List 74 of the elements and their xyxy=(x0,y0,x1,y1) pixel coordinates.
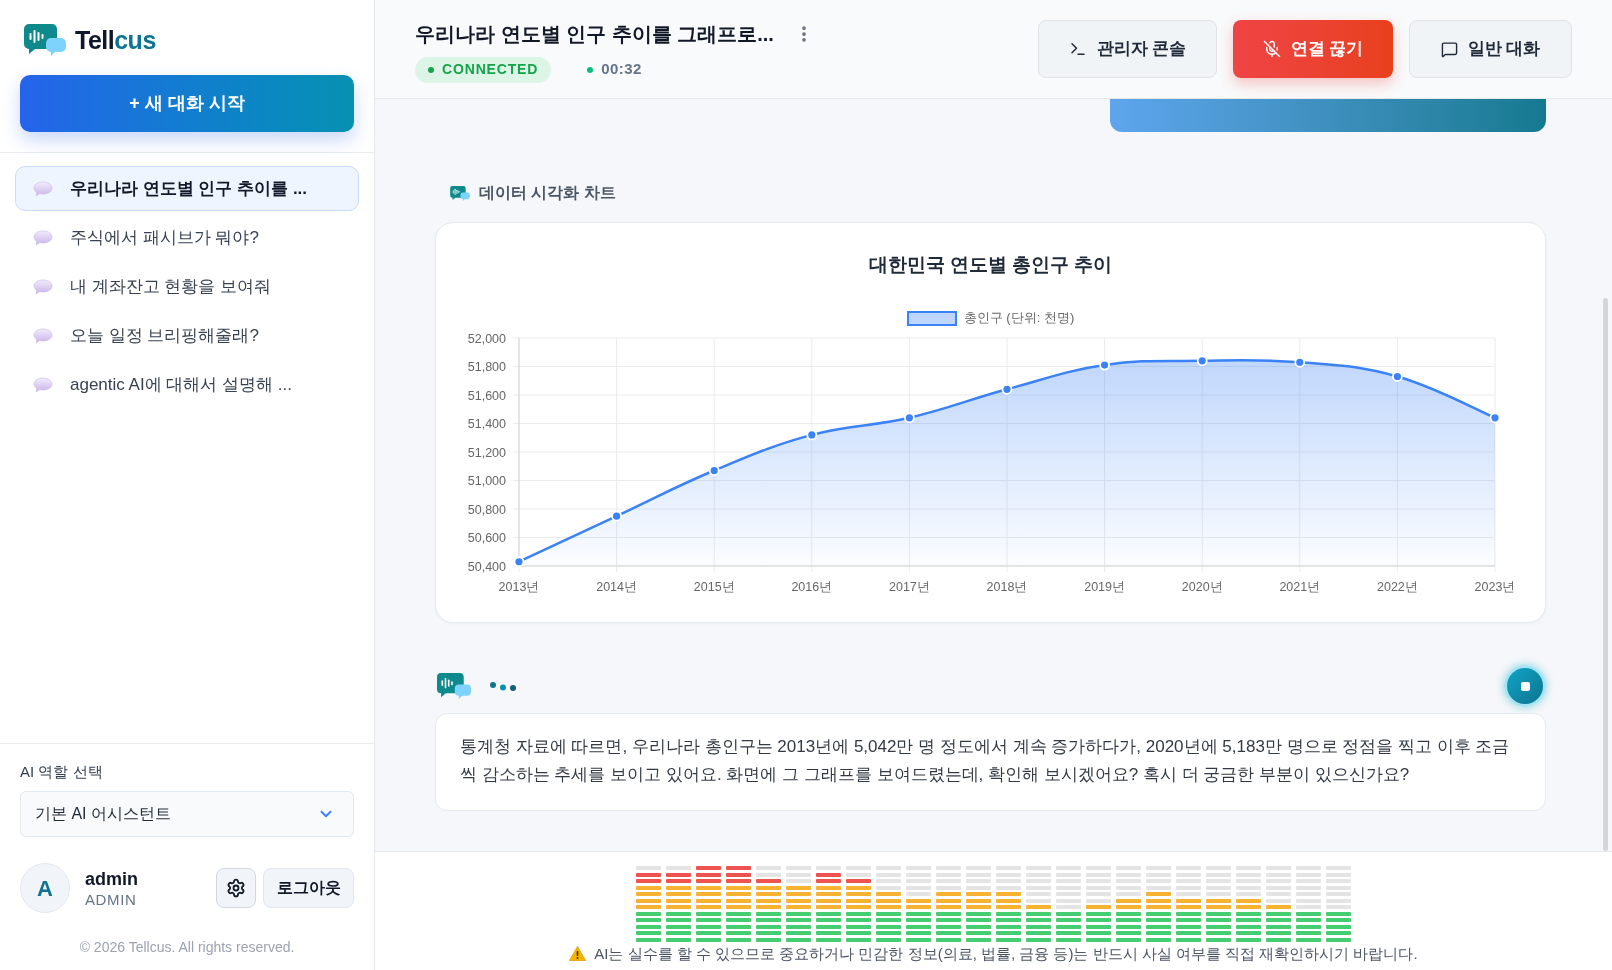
user-avatar: A xyxy=(20,863,70,913)
chart-title: 대한민국 연도별 총인구 추이 xyxy=(868,253,1113,277)
role-select[interactable]: 기본 AI 어시스턴트 xyxy=(20,791,354,837)
user-role: ADMIN xyxy=(85,889,138,909)
x-axis-label: 2021년 xyxy=(1278,580,1320,594)
x-axis-label: 2022년 xyxy=(1376,580,1418,594)
call-timer: 00:32 xyxy=(601,59,642,80)
x-axis-label: 2023년 xyxy=(1474,580,1515,594)
assistant-message: 통계청 자료에 따르면, 우리나라 총인구는 2013년에 5,042만 명 정도에서 계속 증가하다가, 2020년에 5,183만 명으로 정점을 찍고 이후 조금씩 감소하는 추세를 보이고 있어요. 화면에 그 그래프를 보여드렸는데, 확인해 보시겠어요? 혹시 더 궁금한 부분이 있으신가요? xyxy=(435,713,1546,811)
x-axis-label: 2019년 xyxy=(1083,580,1125,594)
y-axis-label: 52,000 xyxy=(467,331,506,346)
general-chat-button[interactable]: 일반 대화 xyxy=(1409,20,1572,78)
mic-off-icon xyxy=(1262,40,1281,58)
speech-bubble-icon xyxy=(33,376,53,393)
disclaimer-text: AI는 실수를 할 수 있으므로 중요하거나 민감한 정보(의료, 법률, 금융 등)는 반드시 사실 여부를 직접 재확인하시기 바랍니다. xyxy=(594,943,1418,964)
logout-button[interactable]: 로그아웃 xyxy=(263,868,354,908)
speech-bubble-icon xyxy=(33,278,53,295)
data-point xyxy=(805,429,817,441)
data-point xyxy=(610,510,622,522)
y-axis-label: 51,200 xyxy=(467,445,506,460)
assistant-avatar-icon xyxy=(437,673,471,699)
settings-button[interactable] xyxy=(216,868,256,908)
speech-bubble-icon xyxy=(33,327,53,344)
conversation-item[interactable]: agentic AI에 대해서 설명해 ... xyxy=(15,362,359,407)
data-point xyxy=(1098,359,1110,371)
legend-label: 총인구 (단위: 천명) xyxy=(963,310,1075,326)
conversation-item[interactable]: 오늘 일정 브리핑해줄래? xyxy=(15,313,359,358)
x-axis-label: 2013년 xyxy=(498,580,539,594)
warning-icon xyxy=(569,946,587,961)
terminal-icon xyxy=(1068,40,1087,58)
legend-swatch-icon xyxy=(906,310,957,326)
conversation-item[interactable]: 우리나라 연도별 인구 추이를 ... xyxy=(15,166,359,211)
x-axis-label: 2016년 xyxy=(790,580,832,594)
user-name: admin xyxy=(85,867,138,890)
y-axis-label: 51,800 xyxy=(467,360,506,374)
conversation-title: 우리나라 연도별 인구 추이를 그래프로... xyxy=(415,21,774,47)
logo-text: Tellcus xyxy=(75,25,156,55)
stop-button[interactable] xyxy=(1504,665,1546,707)
conversation-item[interactable]: 주식에서 패시브가 뭐야? xyxy=(15,215,359,260)
y-axis-label: 50,800 xyxy=(467,502,506,517)
role-select-label: AI 역할 선택 xyxy=(20,762,104,782)
speech-bubble-icon xyxy=(33,180,53,197)
y-axis-label: 51,000 xyxy=(467,474,506,488)
data-point xyxy=(1391,371,1403,382)
data-point xyxy=(1489,412,1500,424)
scrollbar-thumb[interactable] xyxy=(1602,298,1608,851)
x-axis-label: 2014년 xyxy=(595,580,637,594)
stop-icon xyxy=(1520,681,1530,691)
x-axis-label: 2020년 xyxy=(1181,580,1223,594)
data-point xyxy=(1293,356,1305,368)
chat-logo-icon xyxy=(450,185,470,201)
new-chat-button[interactable]: + 새 대화 시작 xyxy=(20,75,354,132)
speech-bubble-icon xyxy=(33,229,53,246)
y-axis-label: 51,400 xyxy=(467,417,506,431)
chart-section-label: 데이터 시각화 차트 xyxy=(479,183,616,203)
data-point xyxy=(708,465,720,476)
logo-icon xyxy=(24,24,66,56)
data-point xyxy=(1001,383,1012,395)
y-axis-label: 50,400 xyxy=(467,559,506,574)
x-axis-label: 2017년 xyxy=(888,580,930,594)
y-axis-label: 51,600 xyxy=(467,388,506,403)
status-label: CONNECTED xyxy=(442,60,539,79)
data-point xyxy=(903,412,915,424)
y-axis-label: 50,600 xyxy=(467,531,506,545)
admin-console-button[interactable]: 관리자 콘솔 xyxy=(1038,20,1217,78)
disconnect-button[interactable]: 연결 끊기 xyxy=(1233,20,1393,78)
data-point xyxy=(1196,355,1208,367)
x-axis-label: 2018년 xyxy=(986,580,1027,594)
footer-copyright: © 2026 Tellcus. All rights reserved. xyxy=(78,938,296,956)
data-point xyxy=(513,556,524,568)
settings-icon xyxy=(226,878,246,898)
conversation-item[interactable]: 내 계좌잔고 현황을 보여줘 xyxy=(15,264,359,309)
x-axis-label: 2015년 xyxy=(693,580,735,594)
chat-icon xyxy=(1440,40,1458,58)
